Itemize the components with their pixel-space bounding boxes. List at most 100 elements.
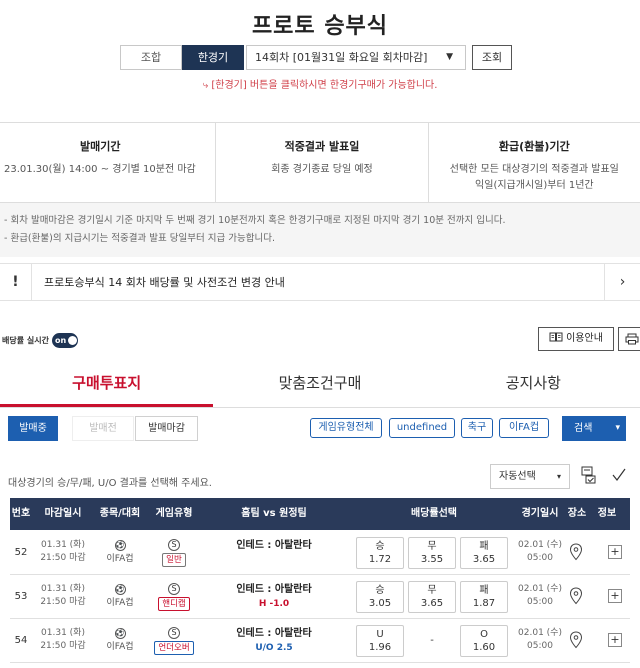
notice-text: 프로토승부식 14 회차 배당률 및 사전조건 변경 안내 xyxy=(44,276,285,289)
plus-icon[interactable]: + xyxy=(608,589,622,603)
tab-single-game[interactable]: 한경기 xyxy=(182,45,244,70)
result-date-value: 회종 경기종료 당일 예정 xyxy=(271,164,373,175)
table-header: 번호 마감일시 종목/대회 게임유형 홈팀 vs 원정팀 배당률선택 경기일시 … xyxy=(10,498,630,530)
odds-button[interactable]: 무 3.65 xyxy=(408,581,456,613)
search-button[interactable]: 검색 ▾ xyxy=(562,416,626,441)
guide-button-label: 이용안내 xyxy=(566,333,603,344)
location-pin-icon[interactable] xyxy=(568,587,584,605)
filter-game-type-chip[interactable]: 게임유형전체 xyxy=(310,418,382,438)
match-teams: 인테드 : 아탈란타 U/O 2.5 xyxy=(234,627,314,655)
game-date: 02.01 (수) xyxy=(518,584,562,594)
sale-period-value: 23.01.30(월) 14:00 ~ 경기별 10분전 마감 xyxy=(4,164,196,175)
deadline-time: 21:50 마감 xyxy=(40,553,86,563)
game-type-icon: S xyxy=(168,627,180,639)
refund-period-label: 환급(환불)기간 xyxy=(498,140,570,153)
game-type-icon: S xyxy=(168,539,180,551)
column-header: 경기일시 xyxy=(521,508,559,519)
league-name: 이FA컵 xyxy=(106,598,134,608)
status-closed-button[interactable]: 발매마감 xyxy=(135,416,198,441)
auto-select-value: 자동선택 xyxy=(499,471,536,482)
note-line: - 회차 발매마감은 경기일시 기준 마지막 두 번째 경기 10분전까지 혹은… xyxy=(4,215,506,226)
guide-button[interactable]: 이용안내 xyxy=(538,327,614,351)
game-type-tag: 일반 xyxy=(162,553,186,567)
sale-period-label: 발매기간 xyxy=(80,140,121,153)
result-date: 적중결과 발표일 회종 경기종료 당일 예정 xyxy=(216,123,429,202)
column-header: 종목/대회 xyxy=(99,508,141,519)
toggle-state: on xyxy=(54,335,67,345)
printer-icon xyxy=(625,333,639,345)
odds-button[interactable]: 승 3.05 xyxy=(356,581,404,613)
table-row: 54 01.31 (화) 21:50 마감 ⚽ 이FA컵 S 언더오버 인테드 : 아탈란타 U… xyxy=(10,619,630,663)
game-date: 02.01 (수) xyxy=(518,628,562,638)
game-type-icon: S xyxy=(168,583,180,595)
match-condition: U/O 2.5 xyxy=(255,643,293,653)
odds-label: 무 xyxy=(427,541,437,552)
search-button-label: 검색 xyxy=(574,423,593,434)
exclamation-icon: ! xyxy=(0,264,32,300)
deadline: 01.31 (화) 21:50 마감 xyxy=(40,539,86,565)
deadline-date: 01.31 (화) xyxy=(41,540,85,550)
league-name: 이FA컵 xyxy=(106,554,134,564)
sale-period: 발매기간 23.01.30(월) 14:00 ~ 경기별 10분전 마감 xyxy=(0,123,217,202)
chevron-down-icon: ▾ xyxy=(615,423,620,433)
odds-button[interactable]: O 1.60 xyxy=(460,625,508,657)
column-header: 마감일시 xyxy=(44,508,82,519)
odds-label: 패 xyxy=(479,541,489,552)
refund-period-value-2: 익일(지급개시일)부터 1년간 xyxy=(475,180,594,191)
game-datetime: 02.01 (수) 05:00 xyxy=(516,539,564,565)
filter-sport-chip[interactable]: 축구 xyxy=(461,418,493,438)
game-datetime: 02.01 (수) 05:00 xyxy=(516,627,564,653)
check-mark-icon[interactable] xyxy=(610,466,628,486)
plus-icon[interactable]: + xyxy=(608,633,622,647)
round-select-value: 14회차 [01월31일 화요일 회차마감] xyxy=(255,51,428,64)
plus-icon[interactable]: + xyxy=(608,545,622,559)
odds-button[interactable]: U 1.96 xyxy=(356,625,404,657)
column-header: 정보 xyxy=(597,508,617,519)
odds-button[interactable]: 패 1.87 xyxy=(460,581,508,613)
filter-league-chip[interactable]: 이FA컵 xyxy=(499,418,549,438)
odds-value: 1.60 xyxy=(472,642,496,653)
league-name: 이FA컵 xyxy=(106,642,134,652)
location-pin-icon[interactable] xyxy=(568,631,584,649)
odds-label: 승 xyxy=(375,541,385,552)
match-name: 인테드 : 아탈란타 xyxy=(236,584,312,595)
odds-button[interactable]: 승 1.72 xyxy=(356,537,404,569)
odds-button[interactable]: 무 3.55 xyxy=(408,537,456,569)
column-header: 게임유형 xyxy=(155,508,193,519)
odds-button[interactable]: 패 3.65 xyxy=(460,537,508,569)
tab-notices[interactable]: 공지사항 xyxy=(427,360,640,407)
game-type-tag: 핸디캡 xyxy=(158,597,190,611)
lookup-button[interactable]: 조회 xyxy=(472,45,512,70)
tab-purchase-slip[interactable]: 구매투표지 xyxy=(0,360,214,407)
realtime-toggle[interactable]: on xyxy=(51,332,78,348)
deadline-date: 01.31 (화) xyxy=(41,628,85,638)
game-time: 05:00 xyxy=(527,597,553,607)
deadline-time: 21:50 마감 xyxy=(40,641,86,651)
odds-value: 3.65 xyxy=(472,554,496,565)
realtime-odds-label: 배당률 실시간 xyxy=(2,335,49,345)
filter-check-icon[interactable] xyxy=(580,466,598,486)
tab-custom-purchase[interactable]: 맞춤조건구매 xyxy=(213,360,426,407)
sport-league: ⚽ 이FA컵 xyxy=(98,626,142,654)
match-number: 53 xyxy=(14,591,28,602)
game-type: S 핸디캡 xyxy=(152,582,196,611)
chevron-right-icon[interactable]: › xyxy=(604,264,640,300)
filter-row: 발매중 발매전 발매마감 게임유형전체 undefined 축구 이FA컵 검색… xyxy=(0,416,640,442)
match-number: 54 xyxy=(14,635,28,646)
odds-empty: - xyxy=(430,635,434,646)
tab-combination[interactable]: 조합 xyxy=(120,45,182,70)
game-time: 05:00 xyxy=(527,553,553,563)
main-tabs: 구매투표지 맞춤조건구매 공지사항 xyxy=(0,360,640,408)
location-pin-icon[interactable] xyxy=(568,543,584,561)
odds-label: 무 xyxy=(427,585,437,596)
round-select[interactable]: 14회차 [01월31일 화요일 회차마감] ▼ xyxy=(246,45,466,70)
odds-value: 1.96 xyxy=(368,642,392,653)
status-on-sale-button[interactable]: 발매중 xyxy=(8,416,58,441)
sale-info-bar: 발매기간 23.01.30(월) 14:00 ~ 경기별 10분전 마감 적중결… xyxy=(0,122,640,203)
filter-undefined-chip[interactable]: undefined xyxy=(389,418,455,438)
notice-banner[interactable]: ! 프로토승부식 14 회차 배당률 및 사전조건 변경 안내 › xyxy=(0,263,640,301)
status-before-button[interactable]: 발매전 xyxy=(72,416,134,441)
print-button[interactable] xyxy=(618,327,640,351)
auto-select-dropdown[interactable]: 자동선택 ▾ xyxy=(490,464,570,489)
chevron-down-icon: ▾ xyxy=(556,472,561,481)
